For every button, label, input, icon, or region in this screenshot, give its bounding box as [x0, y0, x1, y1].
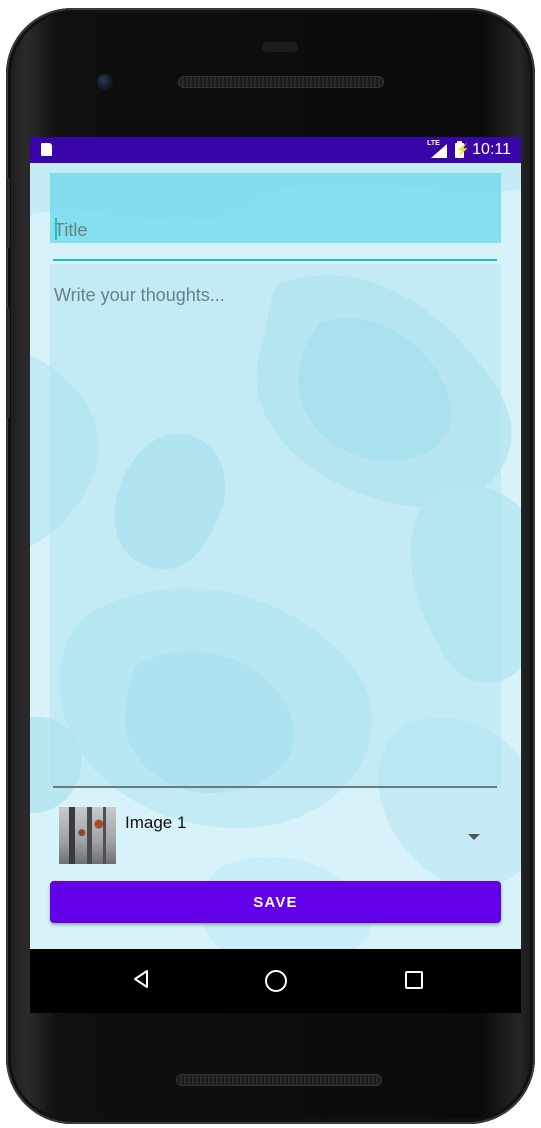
power-button	[6, 308, 10, 418]
screen: LTE ⚡ 10:11 Title Write your thoughts...…	[30, 137, 521, 949]
status-bar: LTE ⚡ 10:11	[30, 137, 521, 163]
body-textarea[interactable]	[54, 285, 494, 775]
text-cursor	[55, 218, 57, 240]
title-underline	[53, 259, 497, 261]
status-clock: 10:11	[472, 141, 511, 158]
bottom-speaker-grille	[176, 1074, 382, 1086]
save-button[interactable]: SAVE	[50, 881, 501, 923]
lte-signal-icon: LTE	[427, 140, 448, 158]
volume-button	[6, 178, 10, 248]
image-spinner-label: Image 1	[125, 813, 187, 832]
body-underline	[53, 786, 497, 788]
earpiece	[262, 42, 298, 52]
sd-card-icon	[41, 143, 52, 156]
battery-charging-icon: ⚡	[455, 140, 470, 158]
image-thumbnail	[59, 807, 116, 864]
status-right-cluster: LTE ⚡ 10:11	[427, 140, 511, 159]
front-camera	[97, 74, 113, 90]
navigation-bar	[30, 949, 521, 1013]
chevron-down-icon[interactable]	[468, 834, 480, 840]
home-icon[interactable]	[265, 970, 287, 992]
recents-icon[interactable]	[405, 971, 423, 989]
title-input[interactable]	[54, 217, 494, 243]
image-spinner[interactable]: Image 1	[50, 794, 501, 870]
top-speaker-grille	[178, 76, 384, 88]
back-icon[interactable]	[132, 969, 150, 989]
